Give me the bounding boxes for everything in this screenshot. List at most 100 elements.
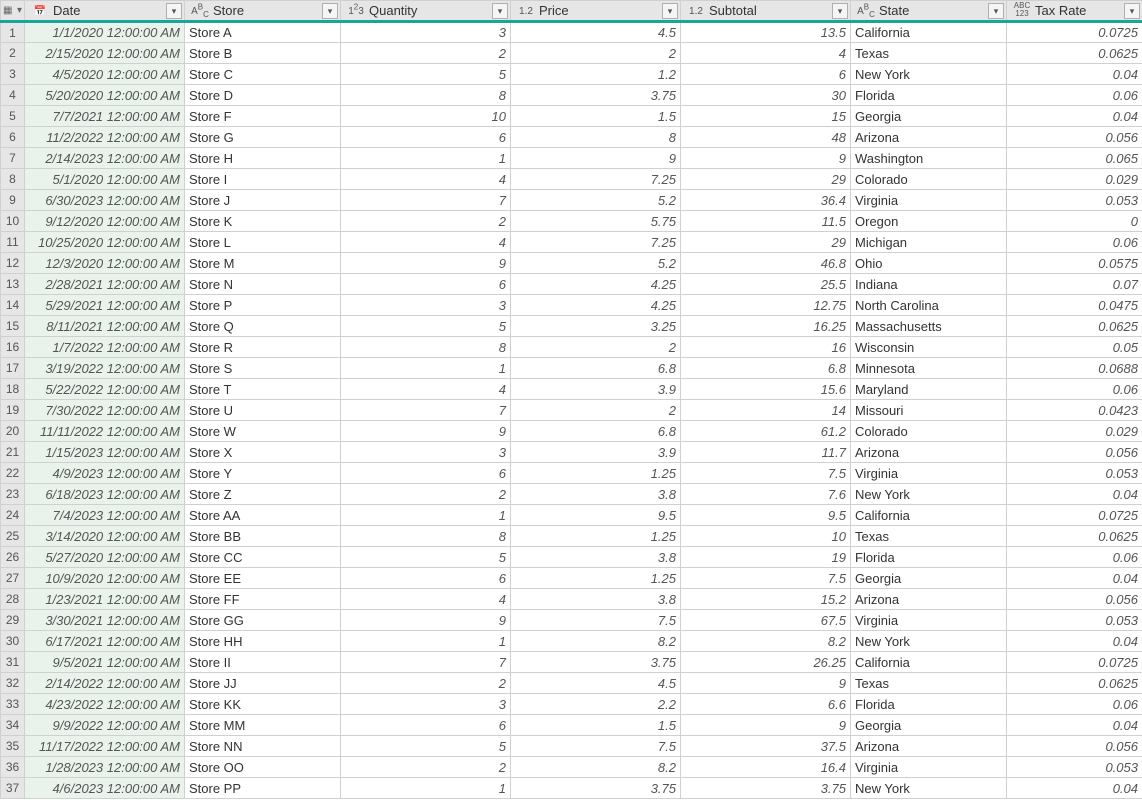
cell[interactable]: 0.056 <box>1007 127 1142 148</box>
cell[interactable]: 6/30/2023 12:00:00 AM <box>25 190 185 211</box>
cell[interactable]: 2 <box>511 400 681 421</box>
row-number[interactable]: 6 <box>1 127 25 148</box>
cell[interactable]: 0.05 <box>1007 337 1142 358</box>
cell[interactable]: 3.75 <box>511 85 681 106</box>
table-row[interactable]: 161/7/2022 12:00:00 AMStore R8216Wiscons… <box>1 337 1142 358</box>
cell[interactable]: 5.75 <box>511 211 681 232</box>
cell[interactable]: 6 <box>681 64 851 85</box>
cell[interactable]: 3.8 <box>511 484 681 505</box>
cell[interactable]: Store J <box>185 190 341 211</box>
cell[interactable]: 3.8 <box>511 547 681 568</box>
cell[interactable]: 0.056 <box>1007 442 1142 463</box>
row-number[interactable]: 25 <box>1 526 25 547</box>
cell[interactable]: 9 <box>341 253 511 274</box>
table-row[interactable]: 374/6/2023 12:00:00 AMStore PP13.753.75N… <box>1 778 1142 799</box>
cell[interactable]: Store I <box>185 169 341 190</box>
cell[interactable]: Store U <box>185 400 341 421</box>
cell[interactable]: Store K <box>185 211 341 232</box>
cell[interactable]: 8 <box>341 526 511 547</box>
cell[interactable]: 5/20/2020 12:00:00 AM <box>25 85 185 106</box>
cell[interactable]: 11/2/2022 12:00:00 AM <box>25 127 185 148</box>
cell[interactable]: 1.25 <box>511 568 681 589</box>
cell[interactable]: Store H <box>185 148 341 169</box>
cell[interactable]: Store BB <box>185 526 341 547</box>
table-row[interactable]: 361/28/2023 12:00:00 AMStore OO28.216.4V… <box>1 757 1142 778</box>
cell[interactable]: 7 <box>341 190 511 211</box>
table-row[interactable]: 319/5/2021 12:00:00 AMStore II73.7526.25… <box>1 652 1142 673</box>
cell[interactable]: 0.06 <box>1007 232 1142 253</box>
cell[interactable]: 10/9/2020 12:00:00 AM <box>25 568 185 589</box>
cell[interactable]: 7.5 <box>681 568 851 589</box>
row-number[interactable]: 29 <box>1 610 25 631</box>
cell[interactable]: 8.2 <box>511 631 681 652</box>
cell[interactable]: 6 <box>341 127 511 148</box>
row-number[interactable]: 30 <box>1 631 25 652</box>
cell[interactable]: 6.8 <box>511 421 681 442</box>
cell[interactable]: 2/15/2020 12:00:00 AM <box>25 43 185 64</box>
row-number[interactable]: 26 <box>1 547 25 568</box>
cell[interactable]: Store NN <box>185 736 341 757</box>
cell[interactable]: 3.75 <box>511 652 681 673</box>
cell[interactable]: Washington <box>851 148 1007 169</box>
cell[interactable]: 11.7 <box>681 442 851 463</box>
cell[interactable]: 15.2 <box>681 589 851 610</box>
cell[interactable]: Store A <box>185 22 341 43</box>
cell[interactable]: 10 <box>341 106 511 127</box>
column-header-store[interactable]: ABCStore <box>185 1 341 22</box>
row-number[interactable]: 35 <box>1 736 25 757</box>
cell[interactable]: 6 <box>341 568 511 589</box>
cell[interactable]: 8 <box>511 127 681 148</box>
cell[interactable]: 0.04 <box>1007 106 1142 127</box>
cell[interactable]: 6 <box>341 274 511 295</box>
cell[interactable]: 29 <box>681 232 851 253</box>
cell[interactable]: Arizona <box>851 589 1007 610</box>
cell[interactable]: Store G <box>185 127 341 148</box>
cell[interactable]: 15.6 <box>681 379 851 400</box>
cell[interactable]: 7/7/2021 12:00:00 AM <box>25 106 185 127</box>
cell[interactable]: 0.0688 <box>1007 358 1142 379</box>
cell[interactable]: 7/30/2022 12:00:00 AM <box>25 400 185 421</box>
cell[interactable]: 8 <box>341 337 511 358</box>
row-number[interactable]: 28 <box>1 589 25 610</box>
column-header-price[interactable]: 1.2Price <box>511 1 681 22</box>
column-header-quantity[interactable]: 123Quantity <box>341 1 511 22</box>
cell[interactable]: 1 <box>341 631 511 652</box>
filter-button[interactable] <box>1124 3 1140 19</box>
cell[interactable]: 16 <box>681 337 851 358</box>
cell[interactable]: 7 <box>341 400 511 421</box>
cell[interactable]: 9 <box>681 715 851 736</box>
cell[interactable]: 3/30/2021 12:00:00 AM <box>25 610 185 631</box>
table-row[interactable]: 173/19/2022 12:00:00 AMStore S16.86.8Min… <box>1 358 1142 379</box>
cell[interactable]: 6.6 <box>681 694 851 715</box>
cell[interactable]: 1.5 <box>511 106 681 127</box>
row-number[interactable]: 4 <box>1 85 25 106</box>
cell[interactable]: Colorado <box>851 421 1007 442</box>
row-number[interactable]: 34 <box>1 715 25 736</box>
cell[interactable]: Store N <box>185 274 341 295</box>
cell[interactable]: Arizona <box>851 736 1007 757</box>
table-row[interactable]: 349/9/2022 12:00:00 AMStore MM61.59Georg… <box>1 715 1142 736</box>
cell[interactable]: Store HH <box>185 631 341 652</box>
cell[interactable]: Texas <box>851 43 1007 64</box>
table-row[interactable]: 253/14/2020 12:00:00 AMStore BB81.2510Te… <box>1 526 1142 547</box>
cell[interactable]: New York <box>851 64 1007 85</box>
cell[interactable]: 0.04 <box>1007 484 1142 505</box>
cell[interactable]: Store JJ <box>185 673 341 694</box>
table-row[interactable]: 247/4/2023 12:00:00 AMStore AA19.59.5Cal… <box>1 505 1142 526</box>
cell[interactable]: Florida <box>851 547 1007 568</box>
row-number[interactable]: 11 <box>1 232 25 253</box>
cell[interactable]: Store F <box>185 106 341 127</box>
cell[interactable]: 0.029 <box>1007 169 1142 190</box>
cell[interactable]: 0.06 <box>1007 547 1142 568</box>
cell[interactable]: 0.056 <box>1007 736 1142 757</box>
cell[interactable]: 2/28/2021 12:00:00 AM <box>25 274 185 295</box>
column-header-state[interactable]: ABCState <box>851 1 1007 22</box>
cell[interactable]: 7.5 <box>511 610 681 631</box>
cell[interactable]: 5/29/2021 12:00:00 AM <box>25 295 185 316</box>
table-row[interactable]: 611/2/2022 12:00:00 AMStore G6848Arizona… <box>1 127 1142 148</box>
table-row[interactable]: 85/1/2020 12:00:00 AMStore I47.2529Color… <box>1 169 1142 190</box>
row-number[interactable]: 21 <box>1 442 25 463</box>
row-number[interactable]: 16 <box>1 337 25 358</box>
cell[interactable]: 1.25 <box>511 463 681 484</box>
cell[interactable]: Texas <box>851 526 1007 547</box>
